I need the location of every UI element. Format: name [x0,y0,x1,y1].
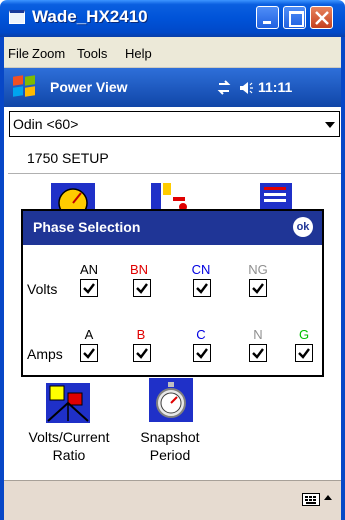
volts-row-label: Volts [27,281,58,297]
ok-button[interactable]: ok [293,217,313,237]
volts-cn-checkbox[interactable] [193,279,211,297]
amps-g-checkbox[interactable] [295,344,313,362]
menu-help[interactable]: Help [125,46,152,61]
volts-ng-checkbox[interactable] [249,279,267,297]
amps-row-label: Amps [27,346,63,362]
maximize-button[interactable] [283,6,306,29]
section-header: 1750 SETUP [8,142,341,174]
close-button[interactable] [310,6,333,29]
menu-file[interactable]: File [8,46,29,61]
section-title: 1750 SETUP [27,150,109,166]
device-dropdown[interactable]: Odin <60> [9,111,340,137]
amps-col-n-label: N [253,327,263,342]
app-window-icon [9,10,25,24]
volume-icon[interactable] [239,80,253,96]
checkmark-icon [136,283,148,294]
stopwatch-icon[interactable] [149,378,193,422]
amps-a-checkbox[interactable] [80,344,98,362]
checkmark-icon [83,348,95,359]
menu-tools[interactable]: Tools [77,46,107,61]
keyboard-icon[interactable] [302,493,320,506]
volts-col-cn-label: CN [191,262,211,277]
checkmark-icon [196,348,208,359]
pocket-app-title: Power View [50,79,128,95]
tile-label-line: Ratio [52,447,86,463]
dialog-title: Phase Selection [33,219,141,235]
volts-bn-checkbox[interactable] [133,279,151,297]
tile-label-line: Volts/Current [28,429,110,445]
amps-col-a-label: A [84,327,94,342]
amps-col-c-label: C [196,327,206,342]
checkmark-icon [136,348,148,359]
amps-n-checkbox[interactable] [249,344,267,362]
device-dropdown-value: Odin <60> [13,116,79,132]
phase-selection-dialog: Phase Selection ok Volts AN BN CN NG Amp… [21,209,324,377]
input-panel-arrow-icon[interactable] [324,495,332,500]
connectivity-icon[interactable] [217,80,231,96]
dialog-header: Phase Selection ok [23,211,322,245]
volts-an-checkbox[interactable] [80,279,98,297]
checkmark-icon [252,348,264,359]
tile-label-line: Period [149,447,191,463]
checkmark-icon [298,348,310,359]
volts-col-ng-label: NG [248,262,268,277]
clock[interactable]: 11:11 [258,79,292,95]
amps-c-checkbox[interactable] [193,344,211,362]
menu-zoom[interactable]: Zoom [32,46,65,61]
windows-start-icon[interactable] [13,75,37,98]
menu-bar: File Zoom Tools Help [4,37,341,68]
checkmark-icon [252,283,264,294]
title-bar: Wade_HX2410 [0,0,345,37]
amps-col-b-label: B [136,327,146,342]
window-frame-right [341,37,345,520]
minimize-button[interactable] [256,6,279,29]
tile-label-line: Snapshot [140,429,200,445]
volts-col-bn-label: BN [129,262,149,277]
tile-volts-current-ratio-label[interactable]: Volts/Current Ratio [12,428,126,464]
amps-col-g-label: G [298,327,310,342]
tile-snapshot-period-label[interactable]: Snapshot Period [120,428,220,464]
checkmark-icon [83,283,95,294]
bottom-command-bar [4,480,341,520]
amps-b-checkbox[interactable] [133,344,151,362]
volts-current-ratio-icon[interactable] [46,383,90,423]
window-frame-left [0,37,4,520]
volts-col-an-label: AN [79,262,99,277]
dropdown-arrow-icon [325,122,335,128]
window-title: Wade_HX2410 [32,7,148,26]
pocket-nav-bar: Power View 11:11 [4,68,341,107]
close-icon [315,11,329,25]
checkmark-icon [196,283,208,294]
